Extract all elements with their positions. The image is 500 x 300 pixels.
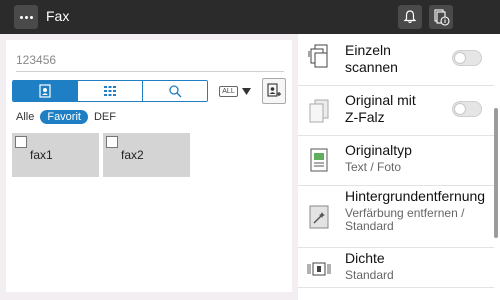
destination-label: fax2 <box>121 148 144 162</box>
tab-search[interactable] <box>143 81 207 101</box>
original-type-icon <box>310 148 328 172</box>
setting-value: Text / Foto <box>345 160 402 174</box>
address-book-icon <box>39 84 51 98</box>
destination-checkbox[interactable] <box>15 136 27 148</box>
destination-card[interactable]: fax1 <box>12 133 99 177</box>
settings-scrollbar[interactable] <box>494 108 498 238</box>
destination-card[interactable]: fax2 <box>103 133 190 177</box>
view-selector <box>12 80 208 102</box>
setting-value: Standard <box>345 268 394 282</box>
keypad-icon <box>104 86 116 96</box>
destination-panel: ALL Alle Favorit DEF fax1 fax2 <box>6 40 292 292</box>
separate-scan-icon <box>308 44 328 68</box>
tab-keypad[interactable] <box>78 81 143 101</box>
menu-dots-icon <box>19 15 23 19</box>
bell-icon <box>403 10 417 24</box>
setting-background-removal[interactable]: Hintergrundentfernung Verfärbung entfern… <box>298 186 494 248</box>
tab-address-book[interactable] <box>13 81 78 101</box>
destination-label: fax1 <box>30 148 53 162</box>
index-filters: Alle Favorit DEF <box>16 110 116 124</box>
notification-button[interactable] <box>398 5 422 29</box>
setting-title: Hintergrundentfernung <box>345 188 486 204</box>
triangle-down-icon <box>241 87 251 95</box>
app-title: Fax <box>46 8 70 24</box>
destination-list: fax1 fax2 <box>12 133 190 177</box>
settings-panel: Einzeln scannen Original mit Z-Falz Orig… <box>298 34 500 300</box>
setting-title: Originaltyp <box>345 142 412 158</box>
all-badge: ALL <box>219 85 238 97</box>
destination-checkbox[interactable] <box>106 136 118 148</box>
setting-value: Verfärbung entfernen / Standard <box>345 206 465 233</box>
add-address-icon <box>267 83 281 97</box>
z-fold-icon <box>309 99 329 123</box>
setting-z-folded-original[interactable]: Original mit Z-Falz <box>298 86 494 136</box>
density-icon <box>307 262 331 276</box>
fax-number-input[interactable] <box>16 48 284 72</box>
job-info-icon <box>434 9 450 26</box>
search-icon <box>169 85 182 98</box>
filter-favorit[interactable]: Favorit <box>40 110 88 124</box>
background-removal-icon <box>309 205 329 229</box>
setting-title: Original mit Z-Falz <box>345 92 416 125</box>
setting-title: Dichte <box>345 250 385 266</box>
filter-def[interactable]: DEF <box>94 111 116 123</box>
setting-title: Einzeln scannen <box>345 42 398 75</box>
separate-scan-toggle[interactable] <box>452 50 482 66</box>
filter-alle[interactable]: Alle <box>16 111 34 123</box>
index-dropdown[interactable]: ALL <box>213 80 257 102</box>
setting-original-type[interactable]: Originaltyp Text / Foto <box>298 136 494 186</box>
setting-density[interactable]: Dichte Standard <box>298 248 494 288</box>
register-destination-button[interactable] <box>262 78 286 104</box>
top-bar: Fax <box>0 0 500 34</box>
job-status-button[interactable] <box>429 5 453 29</box>
setting-separate-scan[interactable]: Einzeln scannen <box>298 34 494 86</box>
menu-button[interactable] <box>14 5 38 29</box>
z-fold-toggle[interactable] <box>452 101 482 117</box>
